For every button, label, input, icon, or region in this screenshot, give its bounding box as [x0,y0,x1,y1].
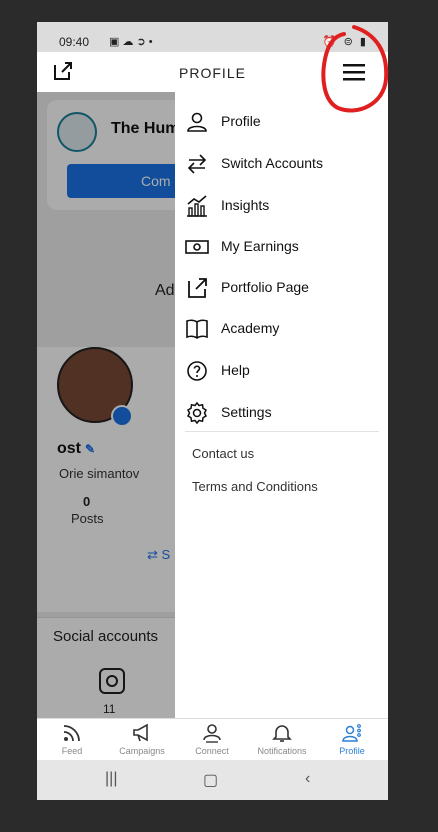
menu-item-label: Portfolio Page [221,279,309,295]
notification-icons: ▣ ☁ ➲ • [109,36,153,48]
megaphone-icon [133,723,148,742]
bottom-navigation: Feed Campaigns Connect Notifications Pro… [37,718,388,761]
menu-item-portfolio-page[interactable]: Portfolio Page [175,270,388,306]
home-icon[interactable]: ▢ [203,770,218,790]
bell-icon [272,725,292,742]
nav-profile[interactable]: Profile [317,719,387,761]
menu-item-label: Help [221,362,250,378]
contact-us-link[interactable]: Contact us [192,446,254,461]
swap-arrows-icon [187,154,207,174]
nav-notifications[interactable]: Notifications [247,719,317,761]
profile-icon [342,724,361,742]
banknote-icon [185,240,209,254]
side-menu-drawer: Profile Switch Accounts Insights My Earn… [175,92,388,718]
menu-item-label: Insights [221,197,270,213]
menu-item-settings[interactable]: Settings [175,395,388,431]
menu-item-academy[interactable]: Academy [175,311,388,347]
chart-icon [187,195,207,217]
system-navigation-bar: ||| ▢ ‹ [37,760,388,800]
nav-feed[interactable]: Feed [37,719,107,761]
gear-icon [187,401,207,425]
menu-item-switch-accounts[interactable]: Switch Accounts [175,146,388,182]
back-icon[interactable]: ‹ [305,770,310,788]
rss-icon [63,725,80,742]
book-icon [186,319,208,339]
nav-label: Campaigns [119,746,165,756]
nav-label: Feed [61,746,83,756]
phone-screen: 09:40 ▣ ☁ ➲ • ⏰ ⊜ ▮ PROFILE The Huma Com… [37,22,388,800]
menu-item-label: Academy [221,320,280,336]
menu-item-insights[interactable]: Insights [175,188,388,224]
nav-label: Connect [195,746,229,756]
menu-item-label: My Earnings [221,238,299,254]
nav-label: Profile [339,746,365,756]
question-icon [187,361,207,381]
menu-item-label: Settings [221,404,272,420]
nav-campaigns[interactable]: Campaigns [107,719,177,761]
annotation-circle [321,25,389,113]
menu-item-label: Switch Accounts [221,155,323,171]
connect-icon [203,724,221,743]
person-icon [187,112,207,132]
menu-item-label: Profile [221,113,261,129]
status-time: 09:40 [59,35,90,49]
terms-link[interactable]: Terms and Conditions [192,479,318,494]
menu-item-help[interactable]: Help [175,353,388,389]
recent-apps-icon[interactable]: ||| [105,770,117,788]
nav-label: Notifications [257,746,307,756]
menu-item-my-earnings[interactable]: My Earnings [175,229,388,265]
external-link-icon [188,278,207,298]
menu-divider [185,431,379,432]
nav-connect[interactable]: Connect [177,719,247,761]
